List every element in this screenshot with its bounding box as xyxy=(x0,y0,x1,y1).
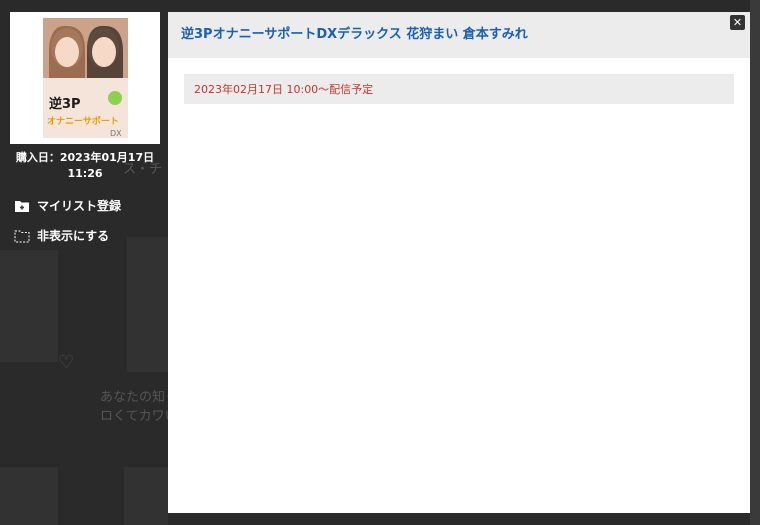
purchase-date: 購入日：2023年01月17日 11:26 xyxy=(6,150,164,182)
schedule-text: 2023年02月17日 10:00～配信予定 xyxy=(194,83,374,96)
hide-label: 非表示にする xyxy=(37,229,110,243)
modal-header: 逆3PオナニーサポートDXデラックス 花狩まい 倉本すみれ xyxy=(168,12,750,58)
close-button[interactable]: ✕ xyxy=(730,15,745,30)
thumbnail-frame[interactable]: 逆3P オナニーサポート DX xyxy=(10,12,160,144)
product-detail-modal: 逆3PオナニーサポートDXデラックス 花狩まい 倉本すみれ ✕ 2023年02月… xyxy=(168,12,750,513)
add-to-mylist-button[interactable]: マイリスト登録 xyxy=(14,197,121,214)
hide-folder-icon xyxy=(14,229,30,243)
purchase-date-line: 購入日：2023年01月17日 xyxy=(15,151,155,164)
cover-title-text: 逆3P xyxy=(49,96,81,112)
left-panel: 逆3P オナニーサポート DX 購入日：2023年01月17日 11:26 マイ… xyxy=(0,0,168,525)
modal-title[interactable]: 逆3PオナニーサポートDXデラックス 花狩まい 倉本すみれ xyxy=(181,23,737,42)
modal-body: 2023年02月17日 10:00～配信予定 xyxy=(168,58,750,120)
schedule-notice: 2023年02月17日 10:00～配信予定 xyxy=(184,74,734,104)
purchase-time-line: 11:26 xyxy=(67,167,103,180)
window-edge xyxy=(750,0,760,525)
close-icon: ✕ xyxy=(732,16,743,29)
hide-button[interactable]: 非表示にする xyxy=(14,227,109,244)
cover-badge-text: DX xyxy=(110,129,122,138)
cover-subtitle-text: オナニーサポート xyxy=(47,115,119,127)
product-cover-image[interactable]: 逆3P オナニーサポート DX xyxy=(43,18,128,138)
mylist-label: マイリスト登録 xyxy=(37,199,122,213)
folder-add-icon xyxy=(14,199,30,213)
